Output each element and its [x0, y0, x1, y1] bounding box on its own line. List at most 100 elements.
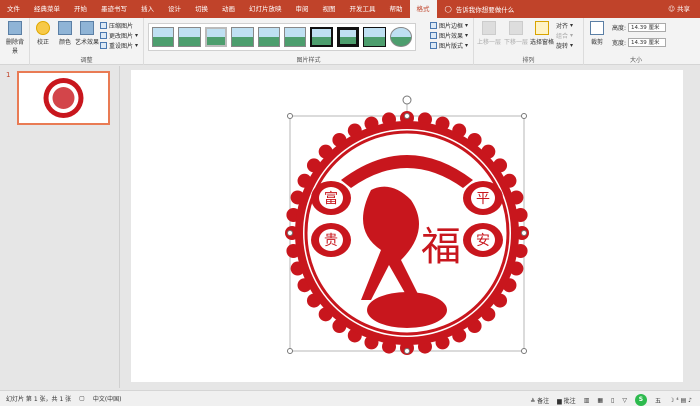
- spellcheck-icon[interactable]: ▢: [79, 395, 85, 402]
- slide-thumbnail[interactable]: [17, 71, 110, 125]
- tab[interactable]: 格式: [409, 0, 437, 18]
- correct-button[interactable]: 校正: [32, 21, 54, 46]
- height-control: 高度: 14.39 厘米: [612, 23, 667, 32]
- label: 高度:: [612, 25, 627, 32]
- color-icon: [58, 21, 72, 35]
- change-picture-icon: [100, 32, 107, 39]
- lantern-character: 平: [476, 191, 490, 207]
- width-input[interactable]: 14.39 厘米: [628, 38, 667, 47]
- bring-forward-button[interactable]: 上移一层: [476, 21, 502, 46]
- comments-button[interactable]: ▆ 批注: [557, 396, 576, 405]
- reset-picture-button[interactable]: 重设图片 ▾: [100, 41, 138, 50]
- style-thumb[interactable]: [257, 27, 280, 47]
- tab[interactable]: 动画: [215, 0, 242, 18]
- lightbulb-icon: ◯: [444, 5, 452, 13]
- resize-handle: [521, 348, 527, 354]
- reset-icon: [100, 42, 107, 49]
- language[interactable]: 中文(中国): [93, 394, 122, 403]
- remove-background-icon: [8, 21, 22, 35]
- tab[interactable]: 审阅: [289, 0, 316, 18]
- style-thumb[interactable]: [310, 27, 333, 47]
- label: 备注: [537, 397, 550, 405]
- artistic-effects-button[interactable]: 艺术效果: [74, 21, 100, 46]
- crop-button[interactable]: 裁剪: [586, 21, 608, 46]
- label: 艺术效果: [74, 39, 99, 46]
- style-gallery[interactable]: [148, 23, 416, 51]
- compress-icon: [100, 22, 107, 29]
- label: 更改图片: [109, 33, 134, 40]
- ime-mode[interactable]: 五: [655, 396, 661, 405]
- size-group: 裁剪 高度: 14.39 厘米 宽度: 14.39 厘米 大小: [584, 18, 688, 65]
- thumbnail-artwork: [43, 78, 84, 118]
- selection-pane-button[interactable]: 选择窗格: [529, 21, 555, 46]
- picture-border-button[interactable]: 图片边框 ▾: [430, 21, 468, 30]
- tab[interactable]: 视图: [316, 0, 343, 18]
- label: 批注: [563, 397, 576, 405]
- tab[interactable]: 文件: [0, 0, 27, 18]
- slideshow-icon[interactable]: ▽: [622, 397, 627, 404]
- ribbon-tabs: 文件 经典菜单 开始 墨迹书写 插入 设计 切换 动画 幻灯片放映 审阅 视图 开发工具 帮助 格式 ◯ 告诉…: [0, 0, 700, 18]
- group-button[interactable]: 组合 ▾: [556, 31, 573, 40]
- bring-forward-icon: [482, 21, 496, 35]
- slide-canvas[interactable]: 富贵 平安 福: [131, 70, 683, 382]
- tab[interactable]: 设计: [161, 0, 188, 18]
- tab[interactable]: 切换: [188, 0, 215, 18]
- sun-icon: [36, 21, 50, 35]
- style-thumb[interactable]: [389, 27, 412, 47]
- rotate-handle: [402, 95, 412, 105]
- tab[interactable]: 帮助: [383, 0, 410, 18]
- ime-tools-icon[interactable]: ☽ ⁴ ▤ ♪: [669, 397, 692, 404]
- rotate-button[interactable]: 旋转 ▾: [556, 41, 573, 50]
- resize-handle: [287, 230, 293, 236]
- slide-number: 1: [6, 71, 11, 79]
- picture-layout-button[interactable]: 图片版式 ▾: [430, 41, 468, 50]
- group-label: 大小: [629, 57, 642, 64]
- sogou-ime-icon[interactable]: S: [634, 394, 647, 406]
- share-label: 共享: [677, 5, 690, 13]
- label: 旋转: [556, 43, 569, 50]
- style-thumb[interactable]: [283, 27, 307, 47]
- tell-me-search[interactable]: ◯ 告诉我你想要做什么: [445, 4, 515, 14]
- border-icon: [430, 22, 437, 29]
- share-button[interactable]: ☺ 共享: [668, 0, 690, 18]
- height-input[interactable]: 14.39 厘米: [628, 23, 667, 32]
- lantern-character: 贵: [324, 233, 338, 249]
- style-thumb[interactable]: [231, 27, 254, 47]
- label: 告诉我你想要做什么: [455, 6, 515, 14]
- style-thumb[interactable]: [336, 27, 360, 47]
- normal-view-icon[interactable]: ▥: [584, 397, 590, 404]
- align-button[interactable]: 对齐 ▾: [556, 21, 573, 30]
- color-button[interactable]: 颜色: [54, 21, 76, 46]
- change-picture-button[interactable]: 更改图片 ▾: [100, 31, 138, 40]
- remove-background-button[interactable]: 删除背景: [4, 21, 26, 55]
- style-thumb[interactable]: [178, 27, 201, 47]
- label: 颜色: [58, 39, 71, 46]
- label: 校正: [36, 39, 49, 46]
- group-label: 图片样式: [296, 57, 321, 64]
- label: 上移一层: [476, 39, 501, 46]
- style-thumb[interactable]: [363, 27, 386, 47]
- tab[interactable]: 开发工具: [343, 0, 383, 18]
- tab[interactable]: 幻灯片放映: [242, 0, 289, 18]
- artistic-icon: [80, 21, 94, 35]
- picture-effects-button[interactable]: 图片效果 ▾: [430, 31, 468, 40]
- label: 重设图片: [109, 43, 134, 50]
- papercut-image[interactable]: 富贵 平安 福: [131, 70, 683, 382]
- tab[interactable]: 插入: [134, 0, 161, 18]
- tab[interactable]: 经典菜单: [27, 0, 67, 18]
- reading-view-icon[interactable]: ▯: [611, 397, 614, 404]
- remove-bg-group: 删除背景: [0, 18, 30, 65]
- style-thumb[interactable]: [204, 27, 228, 47]
- label: 选择窗格: [529, 39, 554, 46]
- ribbon: 删除背景 校正 颜色 艺术效果 压缩图片 更改图片 ▾ 重设图片 ▾ 调整 图片…: [0, 18, 700, 65]
- compress-button[interactable]: 压缩图片: [100, 21, 133, 30]
- send-backward-button[interactable]: 下移一层: [503, 21, 529, 46]
- sorter-view-icon[interactable]: ▦: [597, 397, 603, 404]
- style-thumb[interactable]: [152, 27, 175, 47]
- tab[interactable]: 墨迹书写: [94, 0, 134, 18]
- effects-icon: [430, 32, 437, 39]
- tab[interactable]: 开始: [67, 0, 94, 18]
- resize-handle: [404, 348, 410, 354]
- selection-pane-icon: [535, 21, 549, 35]
- notes-button[interactable]: ≜ 备注: [530, 396, 549, 405]
